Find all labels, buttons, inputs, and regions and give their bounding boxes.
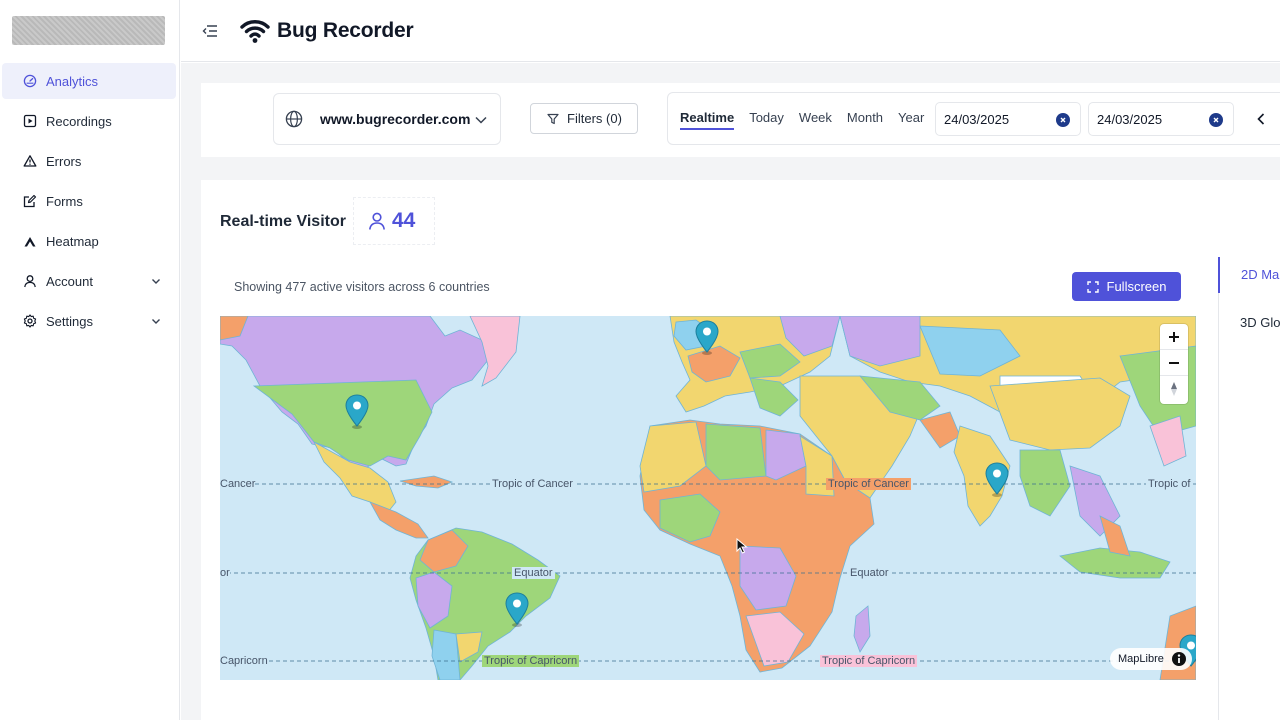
sidebar-nav: Analytics Recordings Errors Forms Heatma… <box>2 63 176 343</box>
range-tab-month[interactable]: Month <box>847 110 883 130</box>
visitor-count-badge: 44 <box>353 197 435 245</box>
range-tab-today[interactable]: Today <box>749 110 784 130</box>
sidebar-item-label: Settings <box>46 313 93 329</box>
world-map-canvas <box>220 316 1196 680</box>
chevron-down-icon <box>474 113 488 127</box>
play-square-icon <box>22 113 38 129</box>
zoom-out-icon[interactable] <box>1160 350 1188 376</box>
attribution-label: MapLibre <box>1118 653 1164 665</box>
app-root: Analytics Recordings Errors Forms Heatma… <box>0 0 1280 720</box>
chevron-down-icon[interactable] <box>150 275 162 287</box>
map-attribution[interactable]: MapLibre <box>1110 648 1192 670</box>
sidebar-item-errors[interactable]: Errors <box>2 143 176 179</box>
heatmap-icon <box>22 233 38 249</box>
dashboard-gauge-icon <box>22 73 38 89</box>
compass-icon[interactable] <box>1160 376 1188 402</box>
sidebar-item-label: Errors <box>46 153 82 169</box>
edit-form-icon <box>22 193 38 209</box>
sidebar-item-analytics[interactable]: Analytics <box>2 63 176 99</box>
world-map[interactable]: Cancer Tropic of Cancer Tropic of Cancer… <box>220 316 1196 680</box>
clear-date-icon[interactable] <box>1209 113 1223 127</box>
sidebar-item-label: Heatmap <box>46 233 99 249</box>
warning-triangle-icon <box>22 153 38 169</box>
end-date-value: 24/03/2025 <box>1097 111 1163 127</box>
latitude-label: Equator <box>512 567 555 579</box>
latitude-label: Tropic of Cancer <box>490 478 575 490</box>
clear-date-icon[interactable] <box>1056 113 1070 127</box>
date-range-bar: Realtime Today Week Month Year 24/03/202… <box>667 92 1280 145</box>
latitude-label: Tropic of Cancer <box>826 478 911 490</box>
map-marker-united-kingdom[interactable] <box>694 320 720 356</box>
range-tabs: Realtime Today Week Month Year <box>680 110 939 130</box>
chevron-left-icon[interactable] <box>1253 111 1269 127</box>
menu-collapse-icon[interactable] <box>201 22 219 40</box>
active-visitors-summary: Showing 477 active visitors across 6 cou… <box>234 280 490 294</box>
start-date-input[interactable]: 24/03/2025 <box>935 102 1081 136</box>
latitude-label: Tropic of Capricorn <box>820 655 918 667</box>
latitude-label: Capricorn <box>220 655 268 667</box>
gear-icon <box>22 313 38 329</box>
map-marker-united-states[interactable] <box>344 394 370 430</box>
sidebar-item-label: Analytics <box>46 73 99 89</box>
toolbar: www.bugrecorder.com Filters (0) Realtime… <box>201 83 1280 157</box>
filter-funnel-icon <box>546 112 559 125</box>
latitude-label: Equator <box>848 567 891 579</box>
top-header: Bug Recorder <box>181 0 1280 62</box>
app-title: Bug Recorder <box>277 19 414 42</box>
globe-icon <box>284 109 304 129</box>
map-header: Showing 477 active visitors across 6 cou… <box>220 267 1196 309</box>
range-tab-week[interactable]: Week <box>799 110 832 130</box>
map-marker-brazil[interactable] <box>504 592 530 628</box>
site-domain: www.bugrecorder.com <box>320 111 471 127</box>
range-tab-realtime[interactable]: Realtime <box>680 110 735 130</box>
sidebar-item-label: Forms <box>46 193 83 209</box>
sidebar-item-recordings[interactable]: Recordings <box>2 103 176 139</box>
latitude-label: Tropic of <box>1146 478 1193 490</box>
chevron-down-icon[interactable] <box>150 315 162 327</box>
sidebar-item-label: Account <box>46 273 93 289</box>
logo-placeholder <box>12 16 165 45</box>
tab-2d-map[interactable]: 2D Map <box>1218 257 1280 293</box>
info-icon[interactable] <box>1171 652 1186 666</box>
latitude-label: Tropic of Capricorn <box>482 655 580 667</box>
expand-icon <box>1087 280 1100 293</box>
fullscreen-button[interactable]: Fullscreen <box>1072 272 1181 301</box>
latitude-label: or <box>220 567 230 579</box>
start-date-value: 24/03/2025 <box>944 111 1010 127</box>
map-zoom-control <box>1160 324 1188 404</box>
user-icon <box>366 210 388 232</box>
main-area: www.bugrecorder.com Filters (0) Realtime… <box>181 63 1280 720</box>
zoom-in-icon[interactable] <box>1160 324 1188 350</box>
wifi-icon <box>239 16 271 46</box>
filters-button[interactable]: Filters (0) <box>530 103 638 134</box>
sidebar-item-label: Recordings <box>46 113 112 129</box>
range-tab-year[interactable]: Year <box>898 110 924 130</box>
map-view-tabs: 2D Map 3D Globe <box>1218 257 1280 720</box>
sidebar: Analytics Recordings Errors Forms Heatma… <box>0 0 180 720</box>
fullscreen-label: Fullscreen <box>1106 279 1167 294</box>
end-date-input[interactable]: 24/03/2025 <box>1088 102 1234 136</box>
sidebar-item-settings[interactable]: Settings <box>2 303 176 339</box>
visitor-count: 44 <box>392 209 416 232</box>
sidebar-item-heatmap[interactable]: Heatmap <box>2 223 176 259</box>
user-icon <box>22 273 38 289</box>
brand: Bug Recorder <box>239 16 414 46</box>
map-marker-india[interactable] <box>984 462 1010 498</box>
realtime-card: Real-time Visitor 44 Showing 477 active … <box>201 180 1280 720</box>
site-selector[interactable]: www.bugrecorder.com <box>273 93 501 145</box>
filters-label: Filters (0) <box>567 111 622 126</box>
tab-3d-globe[interactable]: 3D Globe <box>1219 305 1280 341</box>
realtime-title: Real-time Visitor <box>220 213 346 230</box>
mouse-cursor-icon <box>736 538 748 554</box>
latitude-label: Cancer <box>220 478 256 490</box>
sidebar-item-forms[interactable]: Forms <box>2 183 176 219</box>
sidebar-item-account[interactable]: Account <box>2 263 176 299</box>
